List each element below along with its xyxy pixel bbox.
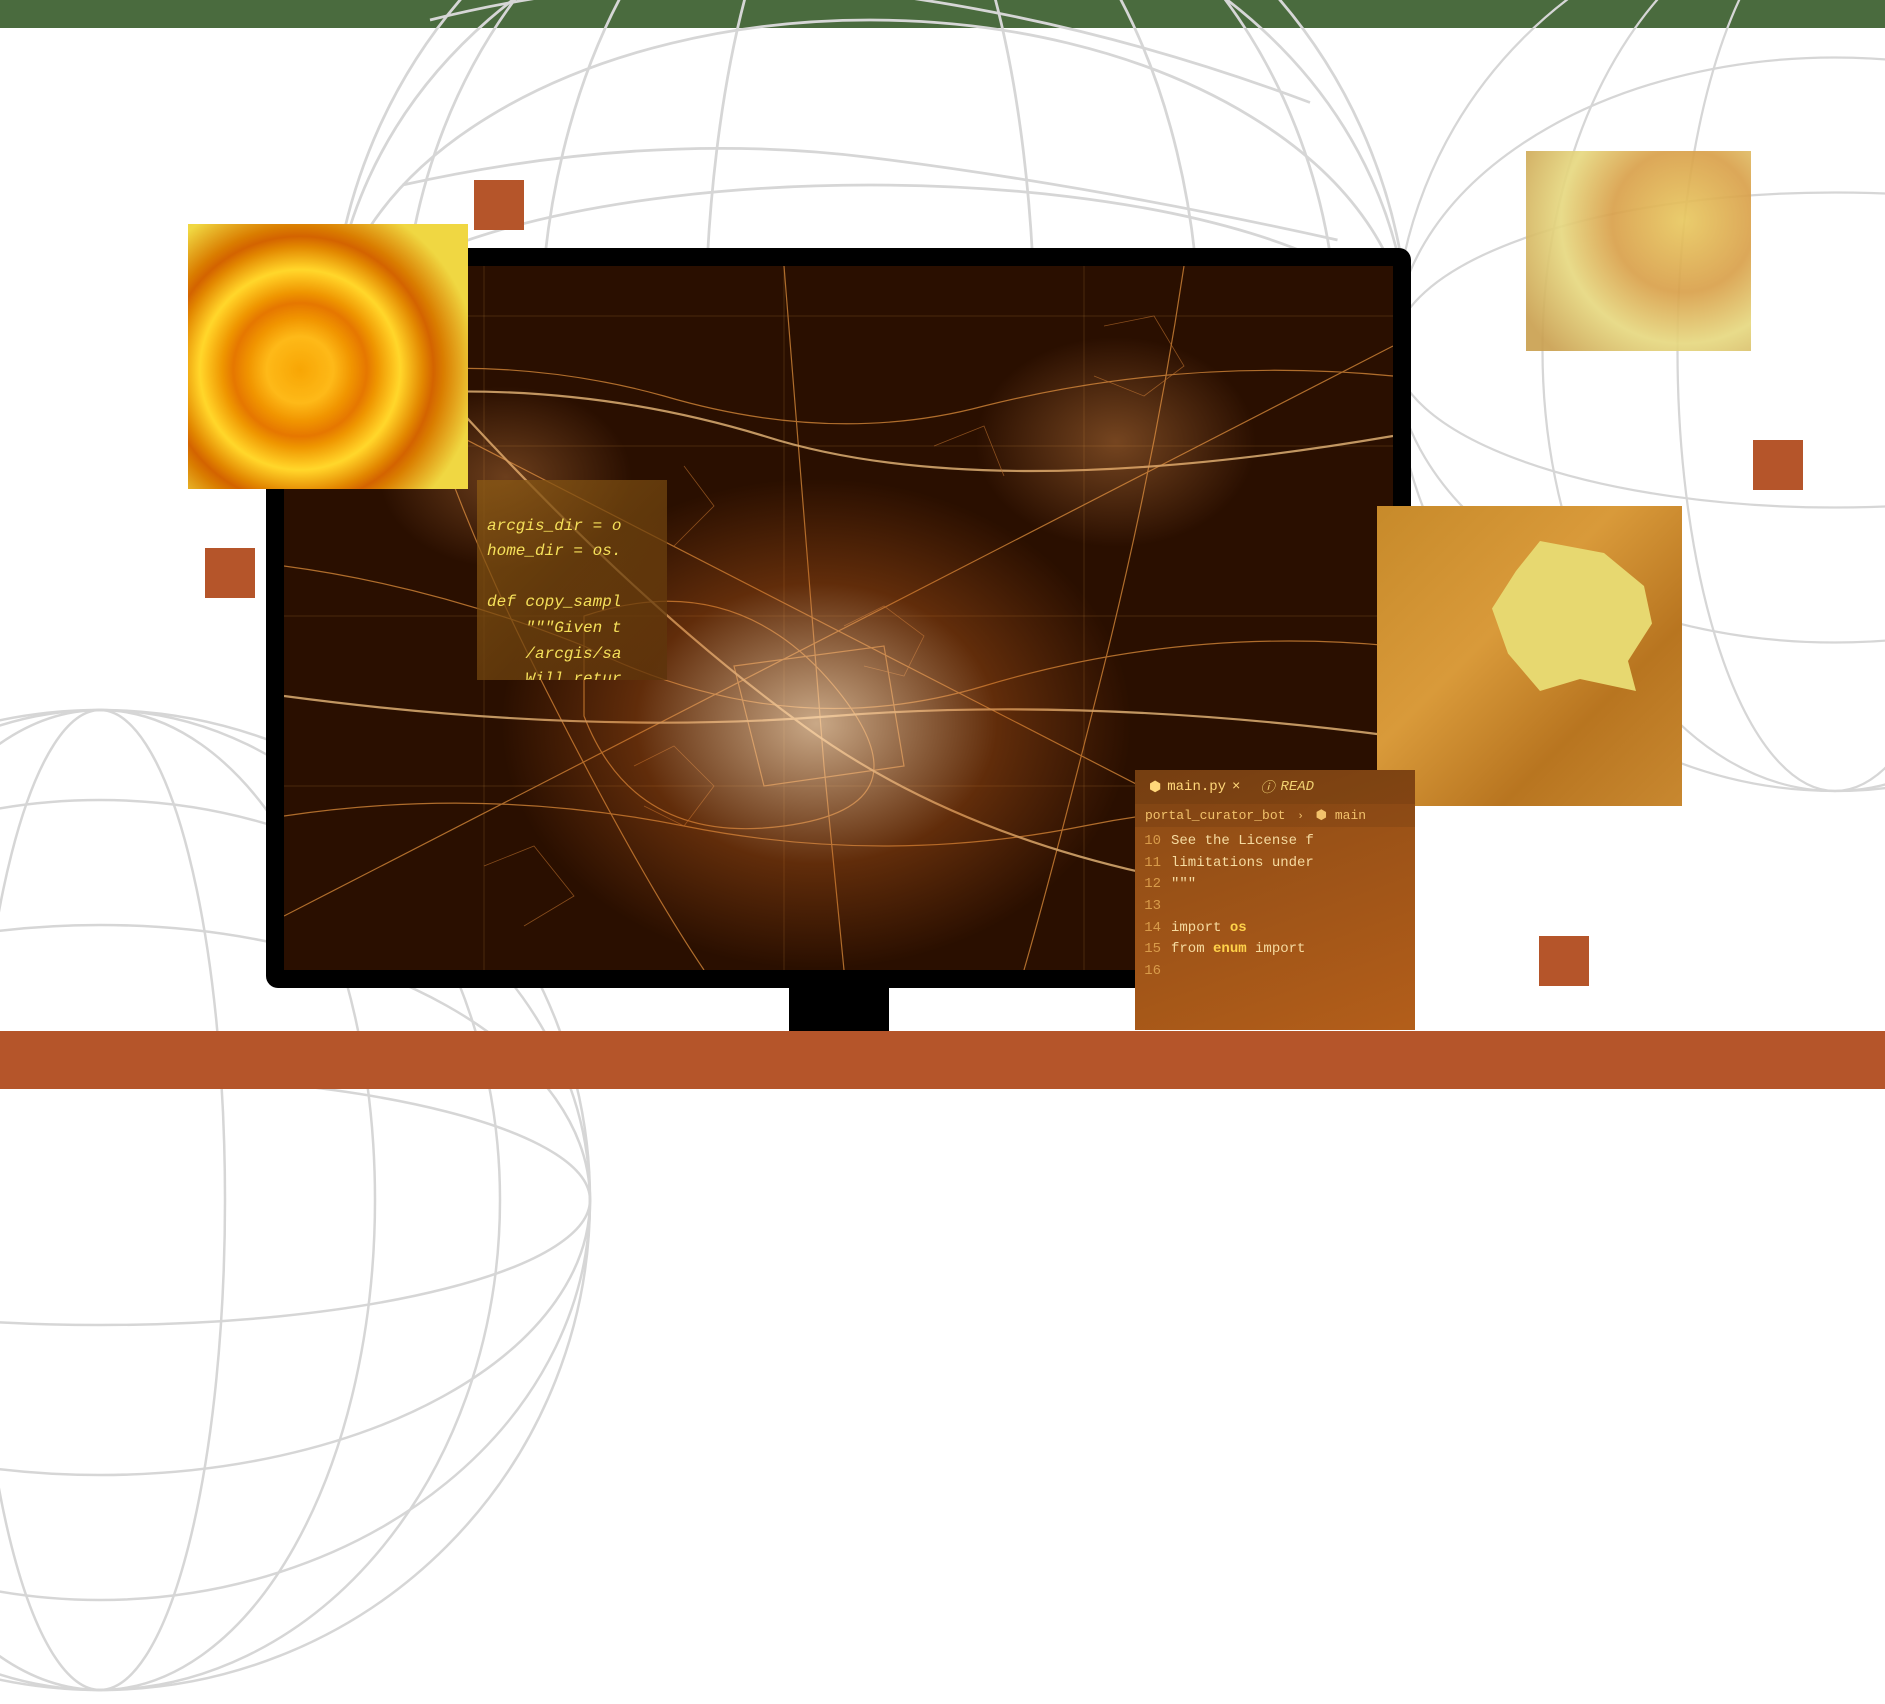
code-line: Will retur	[487, 670, 621, 680]
accent-square-4	[1539, 936, 1589, 986]
line-text: from enum import	[1171, 939, 1305, 961]
heatmap-swirl-image	[188, 224, 468, 489]
bottom-accent-bar	[0, 1031, 1885, 1089]
line-text: limitations under	[1171, 853, 1314, 875]
python-file-icon: ⬢	[1149, 779, 1161, 796]
code-line: /arcgis/sa	[487, 645, 621, 663]
code-line: """Given t	[487, 619, 621, 637]
tab-label: READ	[1280, 779, 1314, 795]
code-snippet-overlay: arcgis_dir = o home_dir = os. def copy_s…	[477, 480, 667, 680]
editor-code-area[interactable]: 10 See the License f 11 limitations unde…	[1135, 827, 1415, 987]
line-number: 10	[1135, 831, 1171, 853]
line-text: import os	[1171, 918, 1247, 940]
accent-square-3	[1753, 440, 1803, 490]
python-file-icon: ⬢	[1316, 808, 1327, 823]
line-text: """	[1171, 874, 1196, 896]
code-editor-panel: ⬢ main.py × ⓘ READ portal_curator_bot › …	[1135, 770, 1415, 1030]
code-line: 10 See the License f	[1135, 831, 1415, 853]
accent-square-2	[205, 548, 255, 598]
breadcrumb-segment: main	[1335, 808, 1366, 823]
code-line: 15 from enum import	[1135, 939, 1415, 961]
line-number: 16	[1135, 961, 1171, 983]
close-icon[interactable]: ×	[1232, 779, 1240, 795]
tab-label: main.py	[1167, 779, 1226, 795]
info-icon: ⓘ	[1260, 777, 1274, 797]
code-line: 16	[1135, 961, 1415, 983]
editor-tab-readme[interactable]: ⓘ READ	[1254, 773, 1320, 801]
editor-breadcrumb[interactable]: portal_curator_bot › ⬢ main	[1135, 804, 1415, 827]
top-accent-bar	[0, 0, 1885, 28]
line-number: 13	[1135, 896, 1171, 918]
code-line: 12 """	[1135, 874, 1415, 896]
editor-tab-main-py[interactable]: ⬢ main.py ×	[1143, 775, 1246, 800]
code-line: 11 limitations under	[1135, 853, 1415, 875]
code-line: 13	[1135, 896, 1415, 918]
code-line: def copy_sampl	[487, 593, 621, 611]
code-line: arcgis_dir = o	[487, 517, 621, 535]
line-text: See the License f	[1171, 831, 1314, 853]
accent-square-1	[474, 180, 524, 230]
editor-tab-bar: ⬢ main.py × ⓘ READ	[1135, 770, 1415, 804]
heatmap-cloud-image	[1526, 151, 1751, 351]
line-number: 12	[1135, 874, 1171, 896]
heatmap-region-image	[1377, 506, 1682, 806]
code-line: 14 import os	[1135, 918, 1415, 940]
chevron-right-icon: ›	[1293, 811, 1308, 823]
code-line: home_dir = os.	[487, 542, 621, 560]
line-number: 11	[1135, 853, 1171, 875]
line-number: 15	[1135, 939, 1171, 961]
breadcrumb-segment: portal_curator_bot	[1145, 808, 1285, 823]
line-number: 14	[1135, 918, 1171, 940]
